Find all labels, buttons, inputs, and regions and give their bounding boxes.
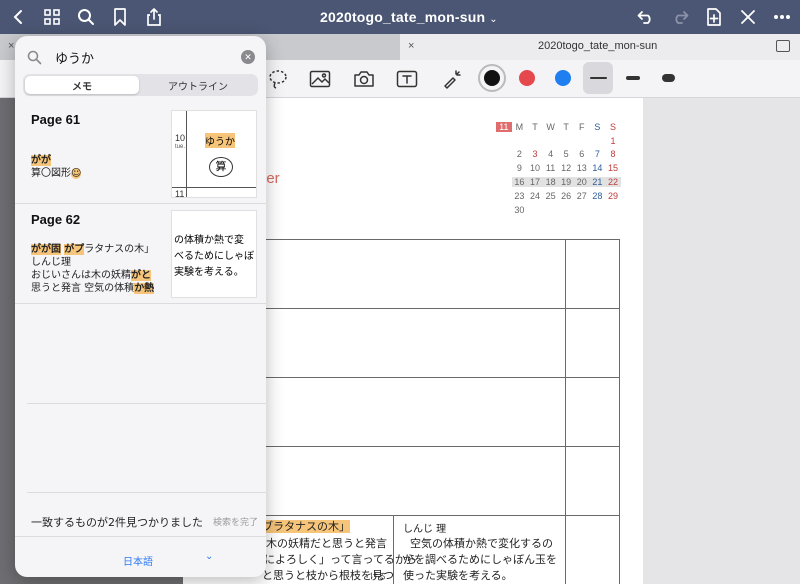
document-title-text: 2020togo_tate_mon-sun <box>320 9 486 25</box>
handwriting-line: 空気の体積か熱で変化するの <box>410 537 553 550</box>
tab-overview-icon[interactable] <box>776 40 790 52</box>
handwriting-line: かを調べるためにしゃぼん玉を <box>403 553 557 566</box>
calendar-weekday: S <box>594 121 601 132</box>
calendar-weekday: M <box>515 121 524 132</box>
redo-icon[interactable] <box>668 5 692 29</box>
grid-line <box>565 239 566 584</box>
calendar-week-row-current: 16 17 18 19 20 21 22 <box>496 175 621 189</box>
chevron-down-icon[interactable]: ⌄ <box>205 551 213 562</box>
calendar-weekday: W <box>546 121 555 132</box>
smiley-icon: ☺ <box>71 168 82 179</box>
segmented-control: メモ アウトライン <box>23 74 258 96</box>
search-icon[interactable] <box>74 5 98 29</box>
mini-calendar: 11 M T W T F S S 1 2345678 9 10 11 12 13 14 15… <box>496 120 621 217</box>
laser-pointer-icon[interactable] <box>440 67 464 91</box>
handwriting-line: によろしく」って言ってるから <box>264 553 417 566</box>
pen-thin-icon <box>590 77 607 79</box>
text-box-icon[interactable] <box>395 67 419 91</box>
handwriting-line: 使った実験を考える。 <box>403 569 513 582</box>
search-input[interactable]: ゆうか <box>55 48 94 67</box>
segment-memo[interactable]: メモ <box>25 76 139 94</box>
clear-search-icon[interactable]: ✕ <box>241 50 255 64</box>
calendar-week-row: 2345678 <box>516 149 616 160</box>
pen-thick-icon[interactable] <box>662 74 675 82</box>
grid-line <box>619 239 620 584</box>
handwriting-line: ける <box>370 572 386 581</box>
result-page-title: Page 61 <box>31 112 81 127</box>
calendar-week-row: 9 10 11 12 13 14 15 <box>516 163 618 174</box>
calendar-weekday: F <box>579 121 585 132</box>
chevron-down-icon: ⌄ <box>489 14 498 25</box>
back-icon[interactable] <box>6 5 30 29</box>
image-icon[interactable] <box>308 67 332 91</box>
result-snippet: 思うと発言 空気の体積か熱 <box>31 283 155 294</box>
search-icon <box>27 50 42 65</box>
result-thumbnail: の体積か熱で変 べるためにしゃぼ 実験を考える。 <box>171 210 257 298</box>
color-blue-swatch[interactable] <box>555 70 571 86</box>
calendar-weekday: T <box>532 121 538 132</box>
handwriting-line: ブラタナスの木」 <box>262 520 350 533</box>
calendar-header-row: 11 M T W T F S S <box>496 120 621 134</box>
document-title[interactable]: 2020togo_tate_mon-sun ⌄ <box>320 9 498 25</box>
calendar-week-row: 30 <box>514 204 525 215</box>
calendar-month-number: 11 <box>496 121 512 132</box>
color-red-swatch[interactable] <box>519 70 535 86</box>
pen-medium-icon[interactable] <box>626 76 640 80</box>
tab-label: 2020togo_tate_mon-sun <box>538 40 658 52</box>
color-black-swatch[interactable] <box>484 70 500 86</box>
bookmark-icon[interactable] <box>108 5 132 29</box>
list-divider <box>15 536 266 537</box>
lasso-icon[interactable] <box>266 67 290 91</box>
thumbnail-grid-icon[interactable] <box>40 5 64 29</box>
camera-icon[interactable] <box>352 67 376 91</box>
search-complete-label: 検索を完了 <box>213 518 259 528</box>
page-background <box>643 98 800 584</box>
pen-off-icon[interactable] <box>736 5 760 29</box>
result-snippet: 算〇図形☺ <box>31 168 82 179</box>
calendar-weekday: S <box>609 121 616 132</box>
share-icon[interactable] <box>142 5 166 29</box>
calendar-week-row: 1 <box>610 135 616 146</box>
language-selector[interactable]: 日本語 <box>123 553 153 568</box>
list-divider <box>27 403 266 404</box>
result-page-title: Page 62 <box>31 212 81 227</box>
tab-document[interactable]: × 2020togo_tate_mon-sun <box>400 34 800 60</box>
calendar-weekday: T <box>563 121 569 132</box>
top-toolbar: 2020togo_tate_mon-sun ⌄ <box>0 0 800 34</box>
result-thumbnail: 10 tue. 11 ゆうか 算 <box>171 110 257 198</box>
search-panel: ゆうか ✕ メモ アウトライン Page 61 がが 算〇図形☺ 10 tue.… <box>15 36 266 577</box>
handwriting-line: しんじ 理 <box>403 524 447 535</box>
calendar-week-row: 23 24 25 26 27 28 29 <box>514 190 618 201</box>
search-result-item[interactable]: Page 61 がが 算〇図形☺ 10 tue. 11 ゆうか 算 <box>15 104 266 204</box>
results-count-message: 一致するものが2件見つかりました <box>31 516 203 529</box>
more-icon[interactable] <box>770 5 794 29</box>
handwriting-line: 木の妖精だと思うと発言 <box>266 537 387 550</box>
list-divider <box>27 492 266 493</box>
tab-close-button[interactable]: × <box>408 40 414 52</box>
segment-outline[interactable]: アウトライン <box>141 76 255 94</box>
tab-close-button[interactable]: × <box>8 40 14 52</box>
undo-icon[interactable] <box>634 5 658 29</box>
add-page-icon[interactable] <box>702 5 726 29</box>
search-field[interactable]: ゆうか ✕ <box>25 45 257 71</box>
search-result-item[interactable]: Page 62 がが固 がプラタナスの木」 しんじ理 おじいさんは木の妖精がと … <box>15 204 266 304</box>
